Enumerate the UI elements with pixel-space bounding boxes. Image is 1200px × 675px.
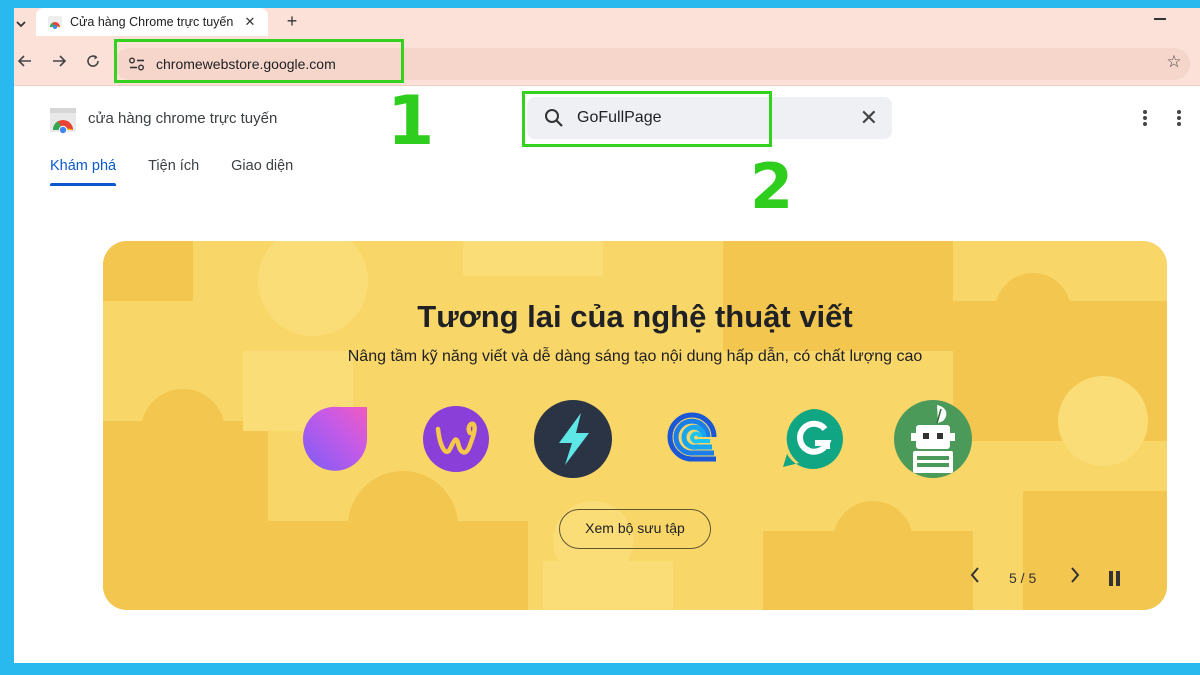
annotation-number-1: 1 xyxy=(387,82,435,161)
browser-window: Cửa hàng Chrome trực tuyến ✕ + chromeweb… xyxy=(14,8,1200,663)
store-name[interactable]: cửa hàng chrome trực tuyến xyxy=(88,110,277,127)
forward-arrow-icon xyxy=(53,55,67,67)
banner-title: Tương lai của nghệ thuật viết xyxy=(417,299,853,334)
carousel-page-indicator: 5 / 5 xyxy=(1009,570,1037,586)
new-tab-button[interactable]: + xyxy=(282,10,302,32)
chrome-store-favicon xyxy=(48,16,62,29)
annotation-box-1 xyxy=(114,39,404,83)
back-button[interactable] xyxy=(14,53,36,75)
google-apps-icon[interactable] xyxy=(1177,108,1193,130)
puzzle-background xyxy=(103,241,1167,610)
purple-w-icon[interactable] xyxy=(416,399,496,479)
tab-extensions[interactable]: Tiện ích xyxy=(148,158,199,186)
lightning-bolt-icon[interactable] xyxy=(533,399,613,479)
robot-quill-icon[interactable] xyxy=(893,399,973,479)
browser-tab[interactable]: Cửa hàng Chrome trực tuyến ✕ xyxy=(36,8,268,36)
chrome-web-store-logo[interactable] xyxy=(49,106,77,134)
annotation-number-2: 2 xyxy=(750,150,794,223)
carousel-prev-icon[interactable] xyxy=(965,565,985,589)
carousel-next-icon[interactable] xyxy=(1065,565,1085,589)
clear-search-icon[interactable]: ✕ xyxy=(860,105,878,131)
grammarly-g-icon[interactable] xyxy=(773,399,853,479)
banner-subtitle: Nâng tầm kỹ năng viết và dễ dàng sáng tạ… xyxy=(347,348,923,365)
tab-close-icon[interactable]: ✕ xyxy=(242,14,258,30)
carousel-pause-icon[interactable] xyxy=(1108,571,1122,586)
tab-title: Cửa hàng Chrome trực tuyến xyxy=(70,15,234,29)
tab-themes[interactable]: Giao diện xyxy=(231,158,293,186)
featured-banner: Tương lai của nghệ thuật viết Nâng tầm k… xyxy=(103,241,1167,610)
more-options-icon[interactable] xyxy=(1137,108,1153,130)
tab-search-chevron-icon[interactable] xyxy=(14,12,28,36)
annotation-box-2 xyxy=(522,91,772,147)
forward-button[interactable] xyxy=(48,53,70,75)
view-collection-button[interactable]: Xem bộ sưu tập xyxy=(559,509,711,549)
store-nav-tabs: Khám phá Tiện ích Giao diện xyxy=(50,158,293,186)
blue-swirl-icon[interactable] xyxy=(656,399,736,479)
reload-icon xyxy=(87,55,99,67)
bookmark-star-icon[interactable]: ☆ xyxy=(1162,52,1186,72)
back-arrow-icon xyxy=(17,55,31,67)
reload-button[interactable] xyxy=(82,53,104,75)
tab-explore[interactable]: Khám phá xyxy=(50,158,117,186)
gradient-drop-icon[interactable] xyxy=(297,399,377,479)
minimize-button[interactable] xyxy=(1150,8,1170,28)
